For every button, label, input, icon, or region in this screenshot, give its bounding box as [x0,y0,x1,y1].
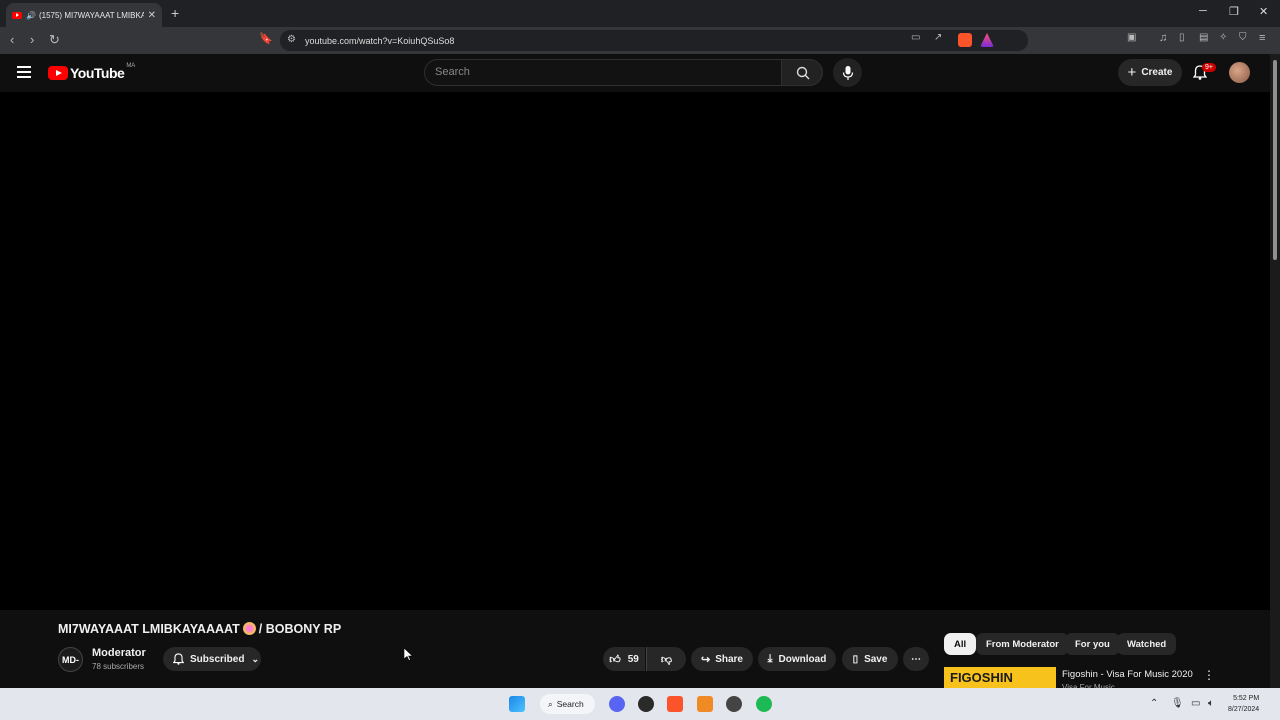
brave-browser-icon[interactable] [667,696,683,712]
restore-icon[interactable]: ❐ [1229,5,1239,18]
media-icon[interactable]: ♫ [1159,32,1167,44]
channel-name[interactable]: Moderator [92,647,146,659]
scrollbar-thumb[interactable] [1273,60,1277,260]
thumbs-down-icon: 👎︎ [660,653,673,666]
notification-count-badge: 9+ [1202,63,1216,72]
menu-icon[interactable]: ≡ [1259,32,1265,44]
channel-avatar[interactable]: MD- [58,647,83,672]
close-window-icon[interactable]: ✕ [1259,5,1268,18]
site-info-icon[interactable]: ⚙ [287,34,296,45]
subscribed-button[interactable]: Subscribed ⌄ [163,647,261,671]
tab-title: (1575) MI7WAYAAAT LMIBKAYAAAAT [38,10,144,20]
discord-icon[interactable] [609,696,625,712]
download-icon: ⤓ [767,652,773,665]
bell-icon [173,653,184,665]
plus-icon: + [1127,64,1137,81]
show-hidden-icons-chevron[interactable]: ⌃ [1150,698,1158,709]
share-page-icon[interactable]: ↗ [934,32,942,43]
sidebar-icon[interactable]: ▯ [1179,32,1185,43]
brave-shields-icon[interactable] [958,33,972,47]
video-title: MI7WAYAAAT LMIBKAYAAAAT / BOBONY RP [58,622,342,636]
share-arrow-icon: ↪ [700,653,711,666]
subscriber-count: 78 subscribers [92,662,145,671]
save-playlist-icon: ▯ [852,653,859,665]
search-icon: ⌕ [548,698,553,709]
chip-all[interactable]: All [944,633,977,655]
app-dark-icon[interactable] [726,696,742,712]
windows-taskbar: ⌕ Search ⌃ 🎙︎ ▭ 🔈︎ 5:52 PM 8/27/2024 [0,688,1280,720]
thumbs-up-icon: 👍︎ [609,653,621,666]
page-scrollbar[interactable] [1270,54,1280,688]
account-avatar[interactable] [1229,62,1250,83]
search-icon [796,66,810,80]
youtube-play-icon [48,66,68,80]
more-horizontal-icon: ⋯ [911,653,921,665]
more-vertical-icon[interactable]: ⋮ [1203,668,1215,682]
reload-icon[interactable]: ↻ [49,32,60,48]
youtube-masthead: YouTube MA Search + Create 9+ [0,54,1270,92]
browser-tab-youtube[interactable]: 🔊 (1575) MI7WAYAAAT LMIBKAYAAAAT ✕ [6,3,162,27]
new-tab-icon[interactable]: + [171,5,179,21]
taskbar-search[interactable]: ⌕ Search [540,694,595,714]
spotify-icon[interactable] [756,696,772,712]
app-g-icon[interactable] [638,696,654,712]
recommendation-title[interactable]: Figoshin - Visa For Music 2020 [1062,669,1193,680]
back-icon[interactable]: ‹ [10,32,14,47]
mouse-cursor-icon [404,648,413,661]
start-windows-icon[interactable] [509,696,525,712]
face-emoji-icon [242,622,256,635]
close-tab-icon[interactable]: ✕ [148,10,156,21]
dislike-button[interactable]: 👎︎ [646,647,686,671]
forward-icon[interactable]: › [30,32,34,47]
search-input[interactable]: Search [424,59,782,86]
wallet-icon[interactable]: ▣ [1127,32,1136,43]
leo-ai-icon[interactable]: ✧ [1219,32,1227,43]
chip-for-you[interactable]: For you [1065,633,1120,655]
share-button[interactable]: ↪ Share [691,647,753,671]
more-actions-button[interactable]: ⋯ [903,647,929,671]
like-button[interactable]: 👍︎ 59 [603,647,645,671]
search-button[interactable] [781,59,823,86]
app-orange-icon[interactable] [697,696,713,712]
microphone-tray-icon[interactable]: 🎙︎ [1171,698,1184,709]
recommendation-thumbnail[interactable]: FIGOSHIN [944,667,1056,688]
audio-playing-icon[interactable]: 🔊 [26,11,36,20]
chip-from-moderator[interactable]: From Moderator [976,633,1069,655]
video-player[interactable] [0,92,1270,610]
download-button[interactable]: ⤓ Download [758,647,836,671]
url-text: youtube.com/watch?v=KoiuhQSuSo8 [305,35,455,46]
wallet-extension-icon[interactable]: ▤ [1199,32,1208,43]
browser-toolbar: ‹ › ↻ 🔖 ⚙ youtube.com/watch?v=KoiuhQSuSo… [0,27,1280,54]
chevron-down-icon: ⌄ [251,653,260,664]
browser-tab-strip: 🔊 (1575) MI7WAYAAAT LMIBKAYAAAAT ✕ + ─ ❐… [0,0,1280,27]
youtube-logo[interactable]: YouTube MA [48,63,135,81]
volume-icon[interactable]: 🔈︎ [1208,698,1214,709]
save-button[interactable]: ▯ Save [842,647,898,671]
minimize-icon[interactable]: ─ [1199,5,1207,17]
create-button[interactable]: + Create [1118,59,1182,86]
cast-icon[interactable]: ▭ [911,32,920,43]
taskbar-clock[interactable]: 5:52 PM 8/27/2024 [1228,693,1259,715]
guide-menu-icon[interactable] [17,66,31,78]
vpn-icon[interactable]: ⛉ [1239,32,1247,43]
bookmark-icon[interactable]: 🔖 [259,32,273,45]
voice-search-button[interactable] [833,58,862,87]
microphone-icon [842,65,853,80]
youtube-favicon-icon [12,11,22,19]
chip-watched[interactable]: Watched [1117,633,1177,655]
network-icon[interactable]: ▭ [1191,698,1200,709]
